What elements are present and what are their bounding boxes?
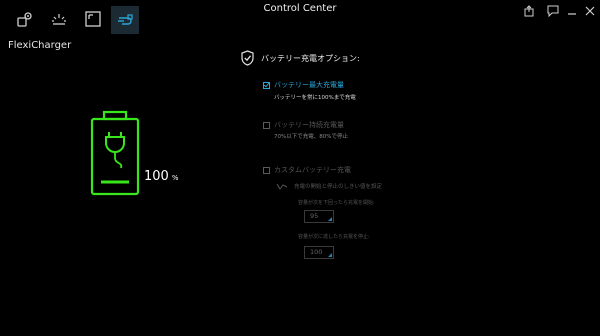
minimize-button[interactable] bbox=[566, 2, 580, 16]
charging-options-header: バッテリー充電オプション: bbox=[240, 50, 360, 66]
battery-icon bbox=[90, 110, 140, 196]
app-title: Control Center bbox=[263, 3, 337, 14]
start-threshold-input[interactable]: 95 bbox=[304, 210, 334, 223]
custom-charge-checkbox[interactable] bbox=[263, 167, 270, 174]
health-charge-checkbox[interactable] bbox=[263, 122, 270, 129]
export-button[interactable] bbox=[524, 2, 538, 17]
threshold-settings-row: 充電の開始と停止のしきい値を設定 bbox=[276, 181, 382, 191]
shield-check-icon bbox=[241, 50, 254, 66]
title-bar: Control Center bbox=[0, 0, 600, 34]
threshold-icon bbox=[276, 183, 288, 190]
close-icon bbox=[585, 6, 595, 16]
stop-threshold-label: 容量が次に達したら充電を停止: bbox=[298, 234, 370, 240]
minimize-icon bbox=[568, 13, 576, 15]
battery-percent-value: 100 bbox=[144, 169, 169, 184]
start-threshold-label: 容量が次を下回ったら充電を開始: bbox=[298, 200, 375, 206]
max-charge-desc: バッテリーを常に100%まで充電 bbox=[274, 95, 356, 101]
chat-button[interactable] bbox=[547, 2, 561, 18]
health-charge-desc: 70%以下で充電、80%で停止 bbox=[274, 134, 348, 140]
section-title: FlexiCharger bbox=[8, 40, 72, 51]
threshold-subtitle: 充電の開始と停止のしきい値を設定 bbox=[294, 184, 383, 190]
max-charge-checkbox[interactable] bbox=[263, 82, 270, 89]
charging-options-title: バッテリー充電オプション: bbox=[261, 53, 360, 63]
health-charge-label[interactable]: バッテリー持続充電量 bbox=[274, 120, 344, 130]
export-icon bbox=[524, 5, 534, 17]
max-charge-label[interactable]: バッテリー最大充電量 bbox=[274, 80, 344, 90]
custom-charge-label[interactable]: カスタムバッテリー充電 bbox=[274, 165, 351, 175]
close-button[interactable] bbox=[584, 2, 598, 16]
chat-icon bbox=[547, 5, 559, 18]
battery-percent-unit: % bbox=[171, 174, 179, 182]
stop-threshold-input[interactable]: 100 bbox=[304, 246, 334, 259]
battery-percent: 100% bbox=[144, 169, 178, 184]
